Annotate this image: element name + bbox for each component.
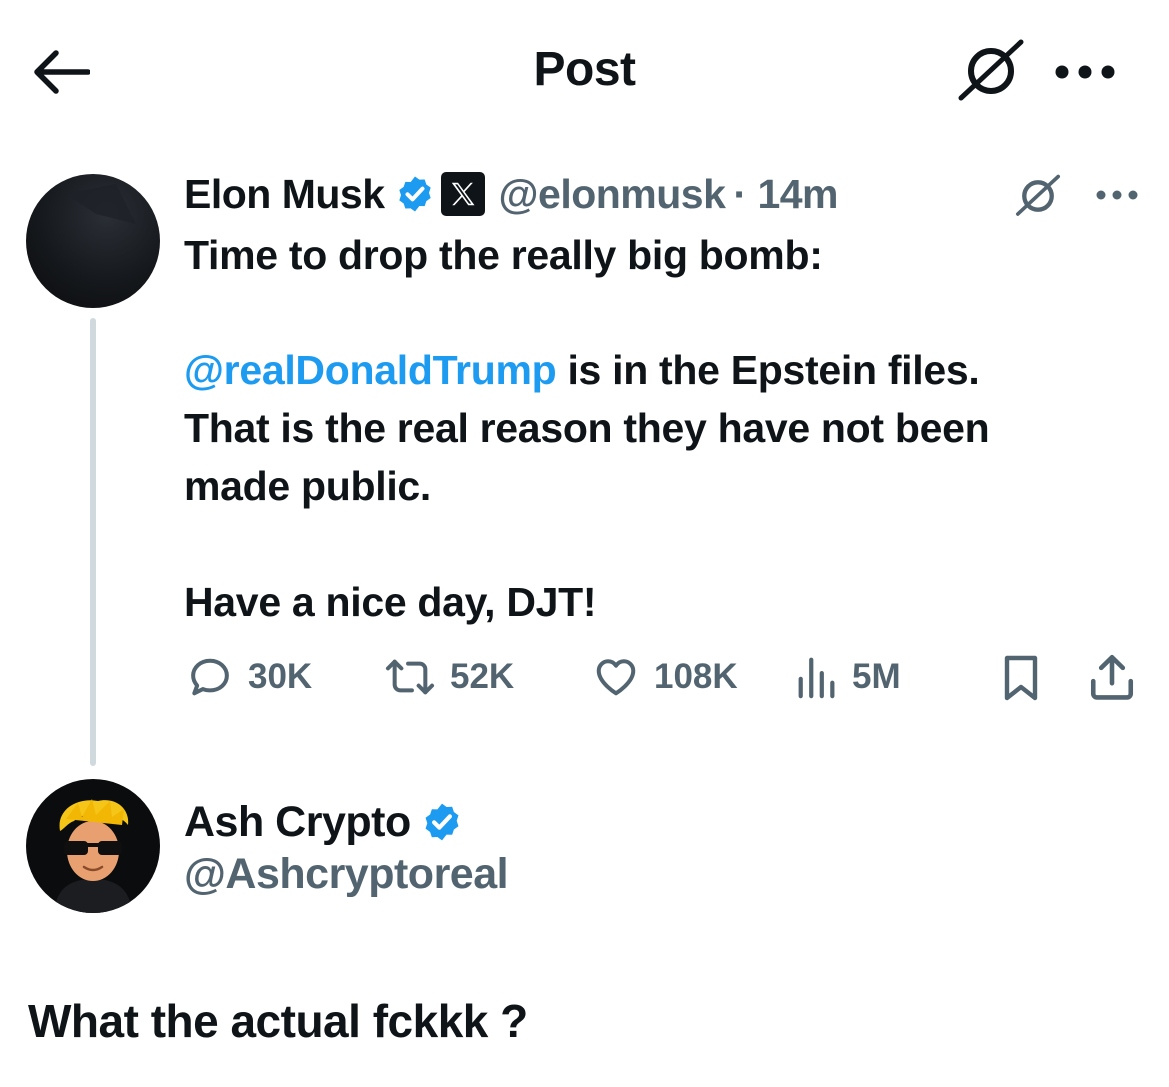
avatar[interactable]: [26, 174, 160, 308]
views-count: 5M: [852, 657, 901, 696]
bookmark-button[interactable]: [996, 652, 1046, 704]
post-text-after-mention: is in the Epstein files.: [556, 347, 980, 393]
views-button[interactable]: 5M: [796, 652, 901, 702]
quoting-user-name-row: Ash Crypto: [184, 796, 463, 848]
grok-icon: [1015, 174, 1061, 216]
thread-line: [90, 318, 96, 766]
verified-badge-icon: [421, 801, 463, 843]
reply-text: What the actual fckkk ?: [28, 995, 528, 1047]
post-author-row: Elon Musk @elonmusk · 14m: [184, 168, 839, 220]
author-name[interactable]: Elon Musk: [184, 171, 385, 218]
post-text-line-1: Time to drop the really big bomb:: [184, 232, 823, 278]
share-button[interactable]: [1084, 650, 1140, 704]
x-logo-icon: [440, 172, 485, 216]
post-text-line-2: @realDonaldTrump is in the Epstein files…: [184, 341, 980, 399]
author-handle[interactable]: @elonmusk: [499, 171, 726, 218]
post-more-button[interactable]: [1094, 180, 1140, 210]
verified-badge-icon: [395, 174, 435, 214]
share-icon: [1090, 654, 1134, 700]
quoting-user-avatar[interactable]: [26, 779, 160, 913]
bookmark-icon: [1004, 655, 1038, 701]
like-count: 108K: [654, 657, 738, 696]
heart-icon: [596, 659, 636, 696]
repost-button[interactable]: 52K: [384, 652, 514, 702]
post-time[interactable]: · 14m: [733, 171, 838, 218]
post-text-line-5: Have a nice day, DJT!: [184, 579, 597, 625]
like-button[interactable]: 108K: [592, 652, 738, 702]
repost-icon: [385, 659, 435, 695]
reply-icon: [191, 658, 229, 696]
views-chart-icon: [798, 657, 835, 699]
post-text-line-3: That is the real reason they have not be…: [184, 405, 990, 451]
reply-button[interactable]: 30K: [186, 652, 312, 702]
post-text-line-4: made public.: [184, 463, 432, 509]
quoting-user-handle[interactable]: @Ashcryptoreal: [184, 850, 509, 899]
quoting-user-name[interactable]: Ash Crypto: [184, 798, 411, 847]
post-grok-button[interactable]: [1010, 170, 1066, 222]
more-button[interactable]: [1052, 52, 1118, 92]
grok-icon: [958, 39, 1024, 101]
grok-button[interactable]: [955, 38, 1027, 104]
more-dots-icon: [1055, 65, 1115, 79]
reply-count: 30K: [248, 657, 313, 696]
more-dots-icon: [1096, 190, 1138, 200]
mention-link[interactable]: @realDonaldTrump: [184, 347, 557, 393]
repost-count: 52K: [450, 657, 515, 696]
